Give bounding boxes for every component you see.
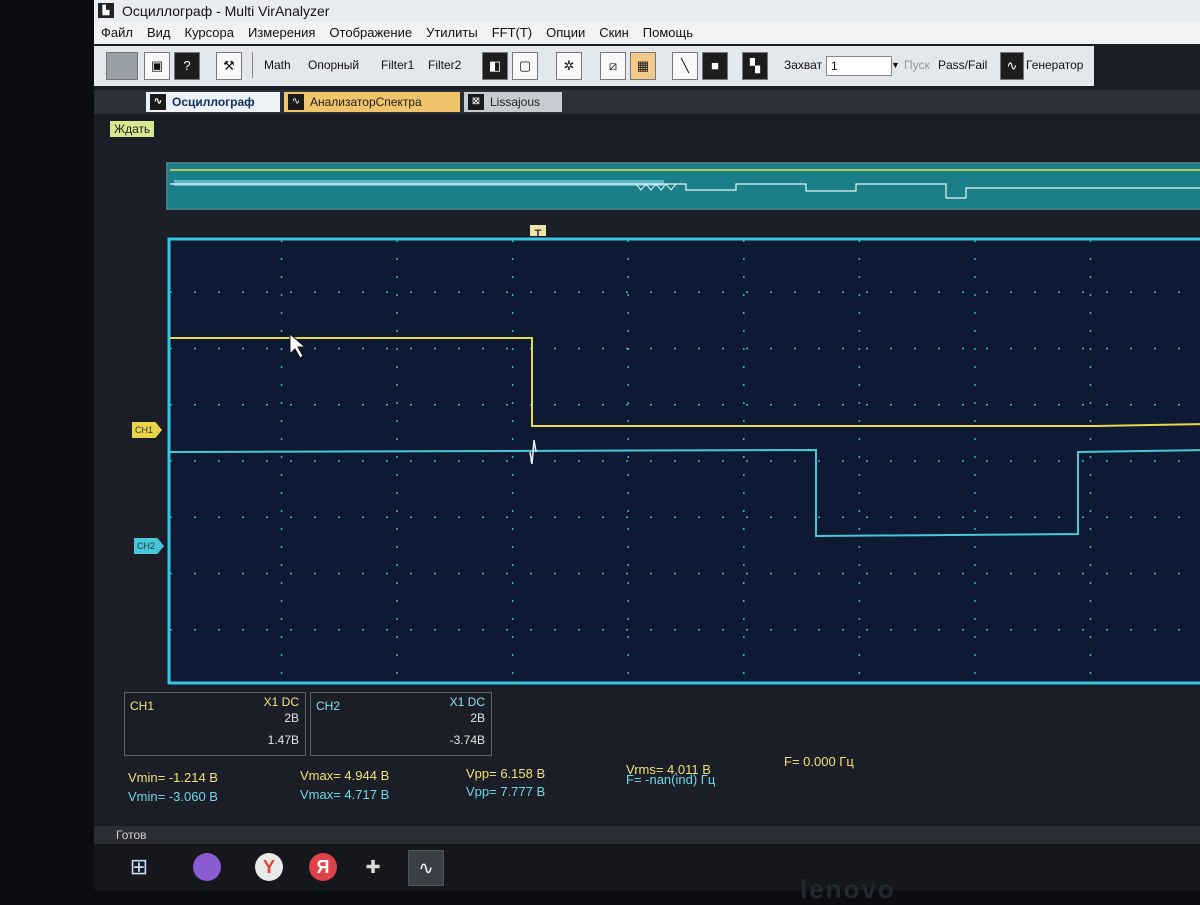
taskbar: ⊞ Y Я ✚ ∿: [94, 844, 1200, 890]
ch2-vmin: Vmin= -3.060 В: [128, 789, 218, 804]
screen: ▙ Осциллограф - Multi VirAnalyzer Файл Ви…: [94, 0, 1200, 890]
ch1-frequency: F= 0.000 Гц: [784, 754, 854, 769]
tab-label: Lissajous: [490, 95, 541, 109]
oscilloscope-icon: ∿: [150, 94, 166, 110]
menu-cursors[interactable]: Курсора: [178, 22, 242, 44]
ch1-vpp: Vpp= 6.158 В: [466, 766, 546, 781]
ch2-vpp: Vpp= 7.777 В: [466, 784, 546, 799]
yandex-browser-icon[interactable]: Y: [252, 850, 286, 884]
pass-fail-button[interactable]: Pass/Fail: [938, 52, 987, 78]
menu-help[interactable]: Помощь: [636, 22, 700, 44]
probe-icon[interactable]: ⧄: [600, 52, 626, 80]
menu-bar: Файл Вид Курсора Измерения Отображение Утилит…: [94, 22, 1200, 44]
menu-utilities[interactable]: Утилиты: [419, 22, 485, 44]
generator-icon[interactable]: ∿: [1000, 52, 1024, 80]
disabled-tool-icon[interactable]: [106, 52, 138, 80]
ch1-marker[interactable]: CH1: [132, 422, 162, 438]
line-tool-icon[interactable]: ╲: [672, 52, 698, 80]
menu-fft[interactable]: FFT(T): [485, 22, 539, 44]
window-title: Осциллограф - Multi VirAnalyzer: [122, 3, 330, 19]
oscilloscope-plot[interactable]: [166, 236, 1200, 686]
stop-icon[interactable]: ■: [702, 52, 728, 80]
lenovo-logo: lenovo: [800, 874, 896, 904]
toolbar: ▣ ? ⚒ Math Опорный Filter1 Filter2 ◧ ▢ ✲…: [94, 46, 1094, 86]
ch1-scale: 2В: [284, 711, 299, 725]
ch1-settings-panel[interactable]: CH1 X1 DC 2В 1.47В: [124, 692, 306, 756]
tab-spectrum-analyzer[interactable]: ∿ АнализаторСпектра: [284, 92, 460, 112]
measurements-panel: Vmin= -1.214 В Vmax= 4.944 В Vpp= 6.158 …: [124, 754, 1194, 804]
menu-display[interactable]: Отображение: [322, 22, 419, 44]
math-button[interactable]: Math: [264, 52, 291, 78]
menu-measurements[interactable]: Измерения: [241, 22, 322, 44]
ch2-scale: 2В: [470, 711, 485, 725]
spectrum-icon: ∿: [288, 94, 304, 110]
windows-start-icon[interactable]: ⊞: [122, 850, 156, 884]
screen-icon[interactable]: ▦: [630, 52, 656, 80]
split-view-icon[interactable]: ◧: [482, 52, 508, 80]
waveform-overview[interactable]: [166, 162, 1200, 210]
ch2-probe-coupling: X1 DC: [449, 695, 485, 709]
ch1-offset: 1.47В: [267, 733, 299, 747]
app-icon[interactable]: ✚: [356, 850, 390, 884]
help-icon[interactable]: ?: [174, 52, 200, 80]
hammer-icon[interactable]: ⚒: [216, 52, 242, 80]
tab-oscilloscope[interactable]: ∿ Осциллограф: [146, 92, 280, 112]
menu-view[interactable]: Вид: [140, 22, 178, 44]
menu-options[interactable]: Опции: [539, 22, 592, 44]
ch2-settings-panel[interactable]: CH2 X1 DC 2В -3.74В: [310, 692, 492, 756]
alice-icon[interactable]: [190, 850, 224, 884]
overview-noise-band: [174, 180, 664, 186]
generator-button[interactable]: Генератор: [1026, 52, 1083, 78]
lissajous-icon: ⊠: [468, 94, 484, 110]
menu-file[interactable]: Файл: [94, 22, 140, 44]
ch2-offset: -3.74В: [449, 733, 485, 747]
save-icon[interactable]: ▣: [144, 52, 170, 80]
filter2-button[interactable]: Filter2: [428, 52, 461, 78]
ch1-probe-coupling: X1 DC: [263, 695, 299, 709]
plot-background: [166, 236, 1200, 686]
status-bar: Готов: [94, 826, 1200, 844]
ch1-label: CH1: [130, 699, 155, 713]
run-button[interactable]: Пуск: [904, 52, 930, 78]
ch2-frequency: F= -nan(ind) Гц: [626, 772, 716, 787]
capture-label: Захват: [784, 58, 823, 72]
tab-label: АнализаторСпектра: [310, 95, 422, 109]
ch2-label: CH2: [316, 699, 341, 713]
chevron-down-icon[interactable]: ▼: [891, 52, 900, 78]
tab-lissajous[interactable]: ⊠ Lissajous: [464, 92, 562, 112]
trigger-status: Ждать: [110, 121, 155, 137]
menu-skin[interactable]: Скин: [592, 22, 636, 44]
tab-label: Осциллограф: [172, 95, 255, 109]
color-grid-icon[interactable]: ▚: [742, 52, 768, 80]
reference-button[interactable]: Опорный: [308, 52, 359, 78]
oscilloscope-app-icon[interactable]: ∿: [408, 850, 444, 886]
ch1-vmin: Vmin= -1.214 В: [128, 770, 218, 785]
yandex-icon[interactable]: Я: [306, 850, 340, 884]
app-icon: ▙: [98, 3, 114, 18]
capture-count-select[interactable]: 1: [826, 56, 892, 76]
filter1-button[interactable]: Filter1: [381, 52, 414, 78]
autoset-icon[interactable]: ✲: [556, 52, 582, 80]
single-view-icon[interactable]: ▢: [512, 52, 538, 80]
tab-bar: ∿ Осциллограф ∿ АнализаторСпектра ⊠ Liss…: [94, 90, 1200, 114]
ch2-marker[interactable]: CH2: [134, 538, 164, 554]
ch1-vmax: Vmax= 4.944 В: [300, 768, 390, 783]
ch2-vmax: Vmax= 4.717 В: [300, 787, 390, 802]
title-bar: ▙ Осциллограф - Multi VirAnalyzer: [94, 0, 1200, 22]
